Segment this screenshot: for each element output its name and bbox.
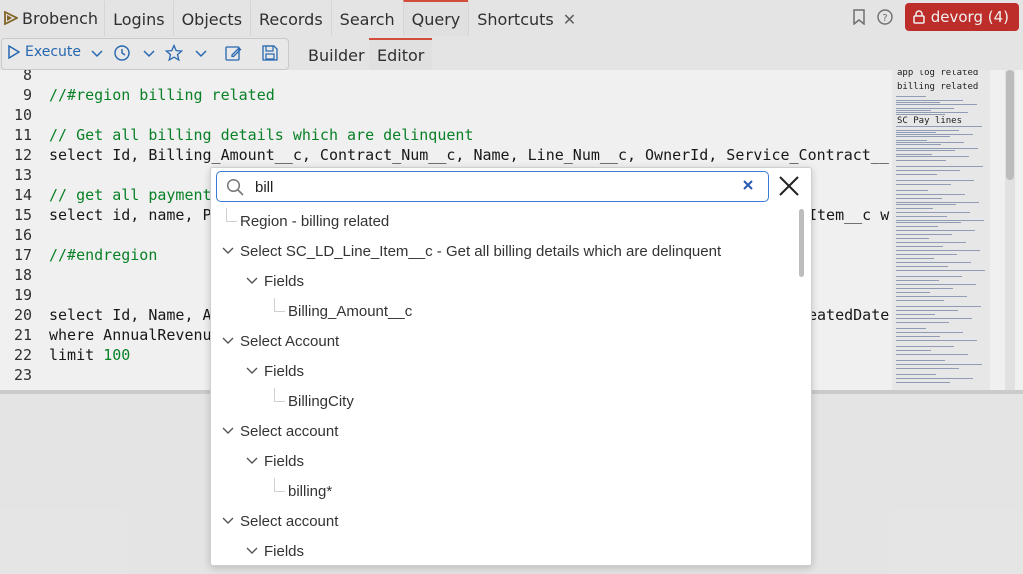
result-label: Fields <box>264 272 305 290</box>
result-label: Select Account <box>240 332 340 350</box>
result-label: Select account <box>240 422 339 440</box>
search-icon <box>226 178 244 196</box>
scrollbar-thumb[interactable] <box>799 209 804 277</box>
search-result-item[interactable]: Fields <box>264 536 304 564</box>
result-label: Fields <box>264 362 305 380</box>
chevron-down-icon[interactable] <box>221 244 235 258</box>
search-result-item[interactable]: Fields <box>264 446 304 476</box>
result-label: Region - billing related <box>240 212 390 230</box>
clear-search-icon[interactable] <box>741 178 755 192</box>
search-result-item[interactable]: Fields <box>264 356 304 386</box>
tree-guide-line <box>226 208 237 222</box>
chevron-down-icon[interactable] <box>245 364 259 378</box>
search-result-item[interactable]: BillingCity <box>288 386 354 416</box>
search-result-item[interactable]: Select SC_LD_Line_Item__c - Get all bill… <box>240 236 721 266</box>
search-result-item[interactable]: Fields <box>264 266 304 296</box>
search-results-tree: Region - billing related Select SC_LD_Lin… <box>211 206 797 564</box>
tree-guide-line <box>274 298 285 312</box>
result-label: Select account <box>240 512 339 530</box>
search-result-item[interactable]: Billing_Amount__c <box>288 296 412 326</box>
chevron-down-icon[interactable] <box>221 514 235 528</box>
chevron-down-icon[interactable] <box>245 544 259 558</box>
search-input[interactable] <box>253 175 737 199</box>
result-label: Fields <box>264 452 305 470</box>
search-result-item[interactable]: Select account <box>240 416 338 446</box>
result-label: billing* <box>288 482 333 500</box>
result-label: Select SC_LD_Line_Item__c - Get all bill… <box>240 242 722 260</box>
search-result-item[interactable]: Region - billing related <box>240 206 389 236</box>
results-scrollbar[interactable] <box>797 206 807 561</box>
search-result-item[interactable]: Select account <box>240 506 338 536</box>
chevron-down-icon[interactable] <box>221 424 235 438</box>
result-label: Fields <box>264 542 305 560</box>
search-result-item[interactable]: billing* <box>288 476 332 506</box>
chevron-down-icon[interactable] <box>245 274 259 288</box>
chevron-down-icon[interactable] <box>221 334 235 348</box>
tree-guide-line <box>274 478 285 492</box>
tree-guide-line <box>274 388 285 402</box>
chevron-down-icon[interactable] <box>245 454 259 468</box>
outline-search-dialog: Region - billing related Select SC_LD_Lin… <box>210 167 812 566</box>
search-result-item[interactable]: Select Account <box>240 326 339 356</box>
result-label: BillingCity <box>288 392 354 410</box>
search-box <box>216 171 769 202</box>
close-icon[interactable] <box>778 175 800 197</box>
result-label: Billing_Amount__c <box>288 302 413 320</box>
